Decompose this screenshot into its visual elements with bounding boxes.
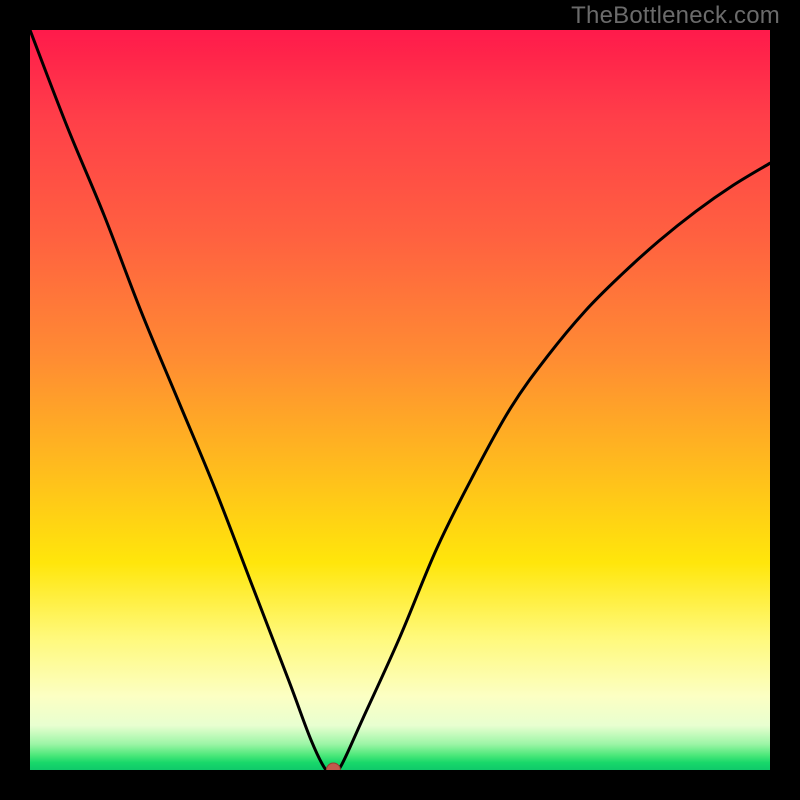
curve-line [30,30,770,770]
chart-frame: TheBottleneck.com [0,0,800,800]
vertex-marker [326,763,340,770]
chart-svg [30,30,770,770]
watermark-text: TheBottleneck.com [571,2,780,30]
plot-area [30,30,770,770]
